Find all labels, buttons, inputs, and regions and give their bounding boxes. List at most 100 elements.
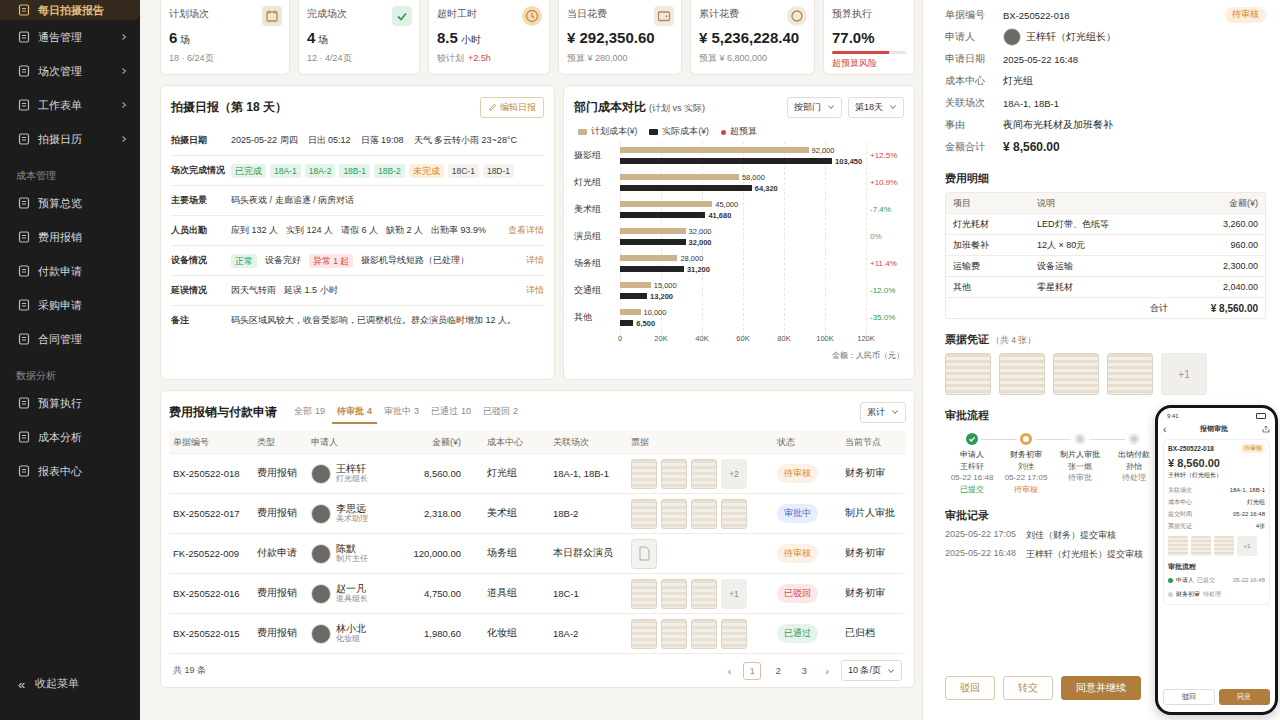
- stat-cards: 计划场次 6场 18 · 6/24页 完成场次 4场 12 · 4/24页 超时…: [160, 0, 915, 75]
- sidebar-item[interactable]: 工作表单: [0, 88, 140, 122]
- sidebar-item[interactable]: 报表中心: [0, 454, 140, 488]
- receipt-thumbnail[interactable]: [661, 499, 687, 529]
- page-button[interactable]: 3: [795, 662, 813, 680]
- filter-tab[interactable]: 全部19: [289, 401, 330, 424]
- receipt-thumbnail[interactable]: [661, 619, 687, 649]
- receipt-thumbnail[interactable]: [999, 353, 1045, 395]
- receipt-thumbnail[interactable]: [1168, 536, 1188, 556]
- mobile-action-button[interactable]: 驳回: [1163, 689, 1215, 705]
- scene-tag: 18D-1: [483, 164, 514, 178]
- receipt-thumbnail[interactable]: [691, 579, 717, 609]
- prev-page-button[interactable]: ‹: [724, 665, 736, 677]
- sidebar-item[interactable]: 成本分析: [0, 420, 140, 454]
- actual-bar: [620, 158, 832, 164]
- sidebar-item[interactable]: 预算总览: [0, 186, 140, 220]
- avatar: [311, 464, 331, 484]
- action-button[interactable]: 驳回: [945, 676, 995, 700]
- action-button[interactable]: 同意并继续: [1061, 676, 1141, 700]
- approval-flow: 申请人 王梓轩 05-22 16:48 已提交 财务初审 刘佳 05-22 17…: [945, 433, 1161, 495]
- plan-bar: [620, 201, 712, 207]
- sidebar-item[interactable]: 采购申请: [0, 288, 140, 322]
- action-button[interactable]: 转交: [1003, 676, 1053, 700]
- page-button[interactable]: 2: [769, 662, 787, 680]
- receipt-thumbnail[interactable]: [945, 353, 991, 395]
- calendar-icon: [262, 6, 282, 26]
- receipt-thumbnail[interactable]: [1107, 353, 1153, 395]
- receipt-thumbnail[interactable]: [661, 579, 687, 609]
- edit-report-button[interactable]: 编辑日报: [480, 97, 544, 118]
- expense-items-table: 项目说明金额(¥) 灯光耗材LED灯带、色纸等3,260.00加班餐补12人 ×…: [945, 192, 1266, 319]
- details-link[interactable]: 详情: [526, 254, 544, 266]
- menu-icon: [18, 265, 30, 277]
- coin-icon: [787, 6, 807, 26]
- plan-bar: [620, 255, 677, 261]
- receipt-thumbnail[interactable]: [631, 619, 657, 649]
- table-row[interactable]: BX-250522-015 费用报销 林小北化妆组 1,980.60 化妆组 1…: [169, 614, 906, 654]
- scene-tag: 18C-1: [448, 164, 479, 178]
- step-status-icon: [1074, 433, 1086, 445]
- more-receipts[interactable]: +1: [721, 579, 747, 609]
- sidebar-item[interactable]: 场次管理: [0, 54, 140, 88]
- share-icon[interactable]: [1262, 425, 1270, 433]
- receipt-thumbnail[interactable]: [661, 459, 687, 489]
- check-icon: [392, 6, 412, 26]
- report-row: 主要场景 码头夜戏 / 走廊追逐 / 病房对话: [171, 186, 544, 216]
- report-row: 人员出勤 应到 132 人实到 124 人请假 6 人缺勤 2 人出勤率 93.…: [171, 216, 544, 246]
- more-receipts[interactable]: +1: [1161, 353, 1207, 395]
- receipt-thumbnail[interactable]: [1191, 536, 1211, 556]
- receipt-thumbnail[interactable]: [1214, 536, 1234, 556]
- receipt-thumbnail[interactable]: [631, 499, 657, 529]
- receipt-thumbnail[interactable]: [691, 619, 717, 649]
- sidebar-item[interactable]: 合同管理: [0, 322, 140, 356]
- collapse-menu-button[interactable]: « 收起菜单: [0, 666, 140, 702]
- receipt-thumbnail[interactable]: [631, 579, 657, 609]
- avatar: [311, 584, 331, 604]
- table-row[interactable]: FK-250522-009 付款申请 陈默制片主任 120,000.00 场务组…: [169, 534, 906, 574]
- chart-filter-dropdown[interactable]: 按部门: [787, 97, 842, 118]
- details-link[interactable]: 查看详情: [508, 224, 544, 236]
- receipt-thumbnail[interactable]: [691, 499, 717, 529]
- details-link[interactable]: 详情: [526, 284, 544, 296]
- page-button[interactable]: 1: [743, 662, 761, 680]
- mobile-action-button[interactable]: 同意: [1219, 689, 1271, 705]
- page-size-dropdown[interactable]: 10 条/页: [841, 660, 902, 681]
- period-dropdown[interactable]: 累计: [860, 402, 906, 423]
- table-row[interactable]: BX-250522-016 费用报销 赵一凡道具组长 4,750.00 道具组 …: [169, 574, 906, 614]
- sidebar-item[interactable]: 费用报销: [0, 220, 140, 254]
- filter-tab[interactable]: 已驳回2: [478, 401, 523, 424]
- chart-row: 交通组 15,000 13,200 -12.0%: [574, 277, 904, 304]
- mobile-preview: 9:41 ‹ 报销审批 BX-250522-018待审核 ¥ 8,560.00 …: [1155, 405, 1278, 715]
- table-row[interactable]: BX-250522-017 费用报销 李思远美术助理 2,318.00 美术组 …: [169, 494, 906, 534]
- receipt-thumbnail[interactable]: [631, 459, 657, 489]
- stat-card: 完成场次 4场 12 · 4/24页: [298, 0, 420, 75]
- report-row: 延误情况 因天气转雨延误 1.5 小时 详情: [171, 276, 544, 306]
- sidebar-item[interactable]: 预算执行: [0, 386, 140, 420]
- filter-tab[interactable]: 审批中3: [379, 401, 424, 424]
- receipt-thumbnail[interactable]: [721, 619, 747, 649]
- stat-card: 累计花费 ¥ 5,236,228.40 预算 ¥ 6,800,000: [690, 0, 815, 75]
- more-receipts[interactable]: +2: [721, 459, 747, 489]
- avatar: [1003, 28, 1021, 46]
- chevron-down-icon: [889, 103, 897, 111]
- back-button[interactable]: ‹: [1163, 424, 1166, 435]
- filter-tab[interactable]: 已通过10: [426, 401, 476, 424]
- stat-card: 超时工时 8.5小时 较计划+2.5h: [428, 0, 550, 75]
- receipt-thumbnail[interactable]: [691, 459, 717, 489]
- step-status-icon: [966, 433, 978, 445]
- file-icon: [631, 539, 657, 569]
- filter-tab[interactable]: 待审批4: [332, 401, 377, 424]
- table-row[interactable]: BX-250522-018 费用报销 王梓轩灯光组长 8,560.00 灯光组 …: [169, 454, 906, 494]
- menu-icon: [18, 197, 30, 209]
- plan-bar: [620, 309, 641, 315]
- chart-filter-dropdown[interactable]: 第18天: [848, 97, 904, 118]
- plan-bar: [620, 282, 651, 288]
- receipt-thumbnail[interactable]: [1053, 353, 1099, 395]
- sidebar-item[interactable]: 通告管理: [0, 20, 140, 54]
- menu-icon: [18, 431, 30, 443]
- sidebar-item[interactable]: 拍摄日历: [0, 122, 140, 156]
- receipt-thumbnail[interactable]: [721, 499, 747, 529]
- actual-bar: [620, 266, 684, 272]
- sidebar-item[interactable]: 付款申请: [0, 254, 140, 288]
- next-page-button[interactable]: ›: [821, 665, 833, 677]
- sidebar-item[interactable]: 每日拍摄报告: [0, 0, 140, 20]
